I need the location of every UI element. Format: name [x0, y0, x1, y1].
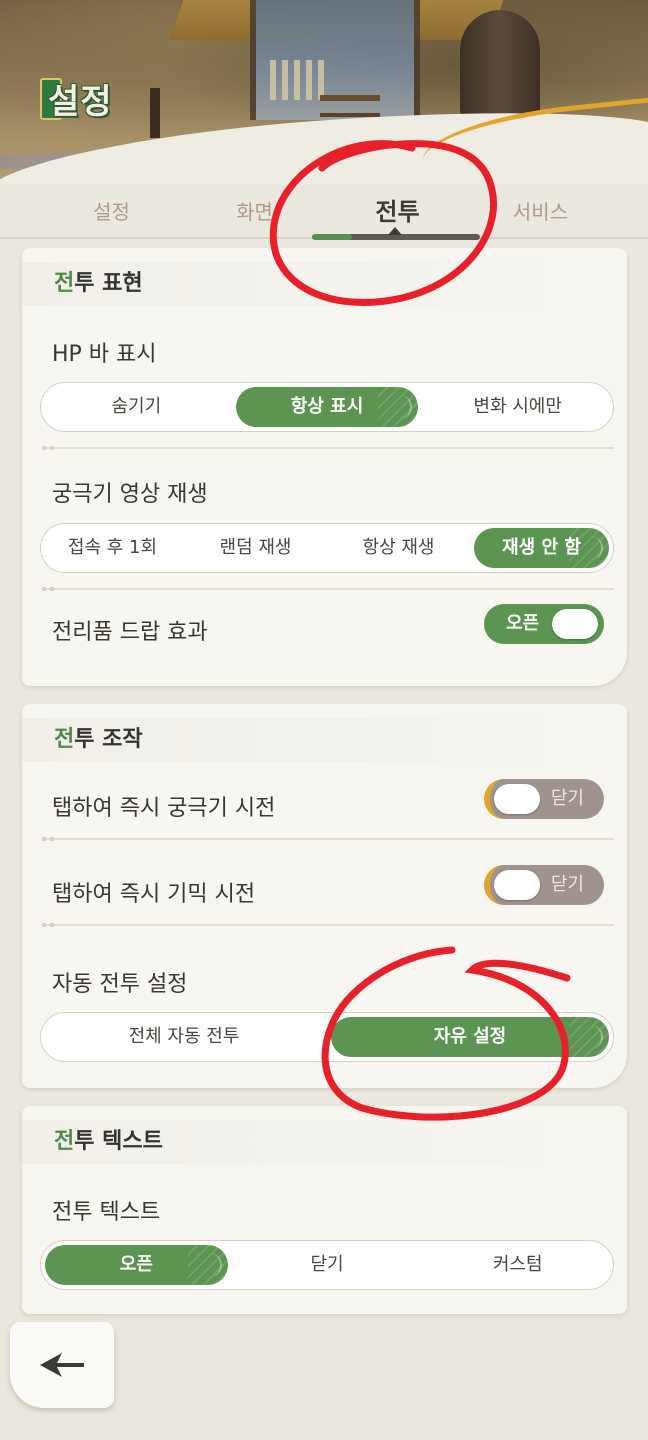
- tab-active-indicator-fill: [312, 234, 352, 240]
- battle-display-card: 전투 표현 HP 바 표시 숨기기 항상 표시 변화 시에만 궁극기 영상 재생…: [22, 248, 627, 686]
- ultimate-video-label: 궁극기 영상 재생: [52, 482, 208, 507]
- banner-bench-art: [320, 95, 380, 117]
- section-title-accent: 전: [54, 727, 75, 752]
- auto-battle-segmented-control: 전체 자동 전투 자유 설정: [40, 1012, 614, 1062]
- section-title: 전투 조작: [22, 718, 582, 762]
- tap-ultimate-toggle[interactable]: 닫기: [484, 779, 604, 819]
- tap-gimmick-label: 탭하여 즉시 기믹 시전: [52, 882, 256, 907]
- tab-bar: 설정 화면 전투 서비스: [0, 180, 648, 238]
- loot-effect-label: 전리품 드랍 효과: [52, 620, 208, 645]
- page-title: 설정: [40, 74, 113, 123]
- section-title: 전투 텍스트: [22, 1120, 582, 1164]
- hp-bar-option-hide[interactable]: 숨기기: [45, 387, 228, 427]
- banner-barrel-art: [460, 10, 540, 120]
- battle-text-label: 전투 텍스트: [52, 1200, 161, 1225]
- section-title: 전투 표현: [22, 262, 582, 306]
- tab-service[interactable]: 서비스: [469, 180, 612, 238]
- ultimate-video-option-once[interactable]: 접속 후 1회: [45, 528, 180, 568]
- section-title-accent: 전: [54, 1129, 75, 1154]
- row-divider: [42, 446, 614, 450]
- row-divider: [42, 587, 614, 591]
- tap-ultimate-label: 탭하여 즉시 궁극기 시전: [52, 796, 276, 821]
- hp-bar-label: HP 바 표시: [52, 342, 157, 367]
- toggle-knob: [494, 784, 540, 814]
- battle-control-card: 전투 조작 탭하여 즉시 궁극기 시전 닫기 탭하여 즉시 기믹 시전 닫기 자…: [22, 704, 627, 1088]
- section-title-rest: 투 조작: [74, 727, 143, 752]
- hp-bar-option-always[interactable]: 항상 표시: [235, 387, 419, 427]
- tab-display[interactable]: 화면: [183, 180, 326, 238]
- ultimate-video-option-always[interactable]: 항상 재생: [331, 528, 466, 568]
- tab-settings[interactable]: 설정: [40, 180, 183, 238]
- auto-battle-label: 자동 전투 설정: [52, 972, 188, 997]
- page-title-text: 설정: [48, 82, 113, 122]
- loot-effect-toggle[interactable]: 오픈: [484, 604, 604, 644]
- back-arrow-icon: [40, 1353, 84, 1377]
- battle-text-option-close[interactable]: 닫기: [236, 1245, 419, 1285]
- section-title-rest: 투 텍스트: [74, 1129, 163, 1154]
- tab-pointer-icon: [388, 227, 402, 235]
- battle-text-segmented-control: 오픈 닫기 커스텀: [40, 1240, 614, 1290]
- ultimate-video-segmented-control: 접속 후 1회 랜덤 재생 항상 재생 재생 안 함: [40, 523, 614, 573]
- battle-text-card: 전투 텍스트 전투 텍스트 오픈 닫기 커스텀: [22, 1106, 627, 1314]
- toggle-knob: [494, 870, 540, 900]
- auto-battle-option-free[interactable]: 자유 설정: [331, 1017, 609, 1057]
- ultimate-video-option-off[interactable]: 재생 안 함: [474, 528, 609, 568]
- row-divider: [42, 837, 614, 841]
- hp-bar-option-on-change[interactable]: 변화 시에만: [426, 387, 609, 427]
- section-title-accent: 전: [54, 271, 75, 296]
- battle-text-option-custom[interactable]: 커스텀: [426, 1245, 609, 1285]
- battle-text-option-open[interactable]: 오픈: [45, 1245, 228, 1285]
- header-banner: 설정: [0, 0, 648, 185]
- toggle-state-text: 닫기: [550, 788, 584, 809]
- tap-gimmick-toggle[interactable]: 닫기: [484, 865, 604, 905]
- row-divider: [42, 923, 614, 927]
- auto-battle-option-full-auto[interactable]: 전체 자동 전투: [45, 1017, 323, 1057]
- back-button[interactable]: [10, 1322, 114, 1408]
- toggle-state-text: 닫기: [550, 874, 584, 895]
- banner-fence-art: [270, 60, 330, 100]
- section-title-rest: 투 표현: [74, 271, 143, 296]
- ultimate-video-option-random[interactable]: 랜덤 재생: [188, 528, 323, 568]
- banner-lamp-post-art: [150, 88, 160, 138]
- toggle-knob: [552, 609, 598, 639]
- toggle-state-text: 오픈: [506, 613, 540, 634]
- hp-bar-segmented-control: 숨기기 항상 표시 변화 시에만: [40, 382, 614, 432]
